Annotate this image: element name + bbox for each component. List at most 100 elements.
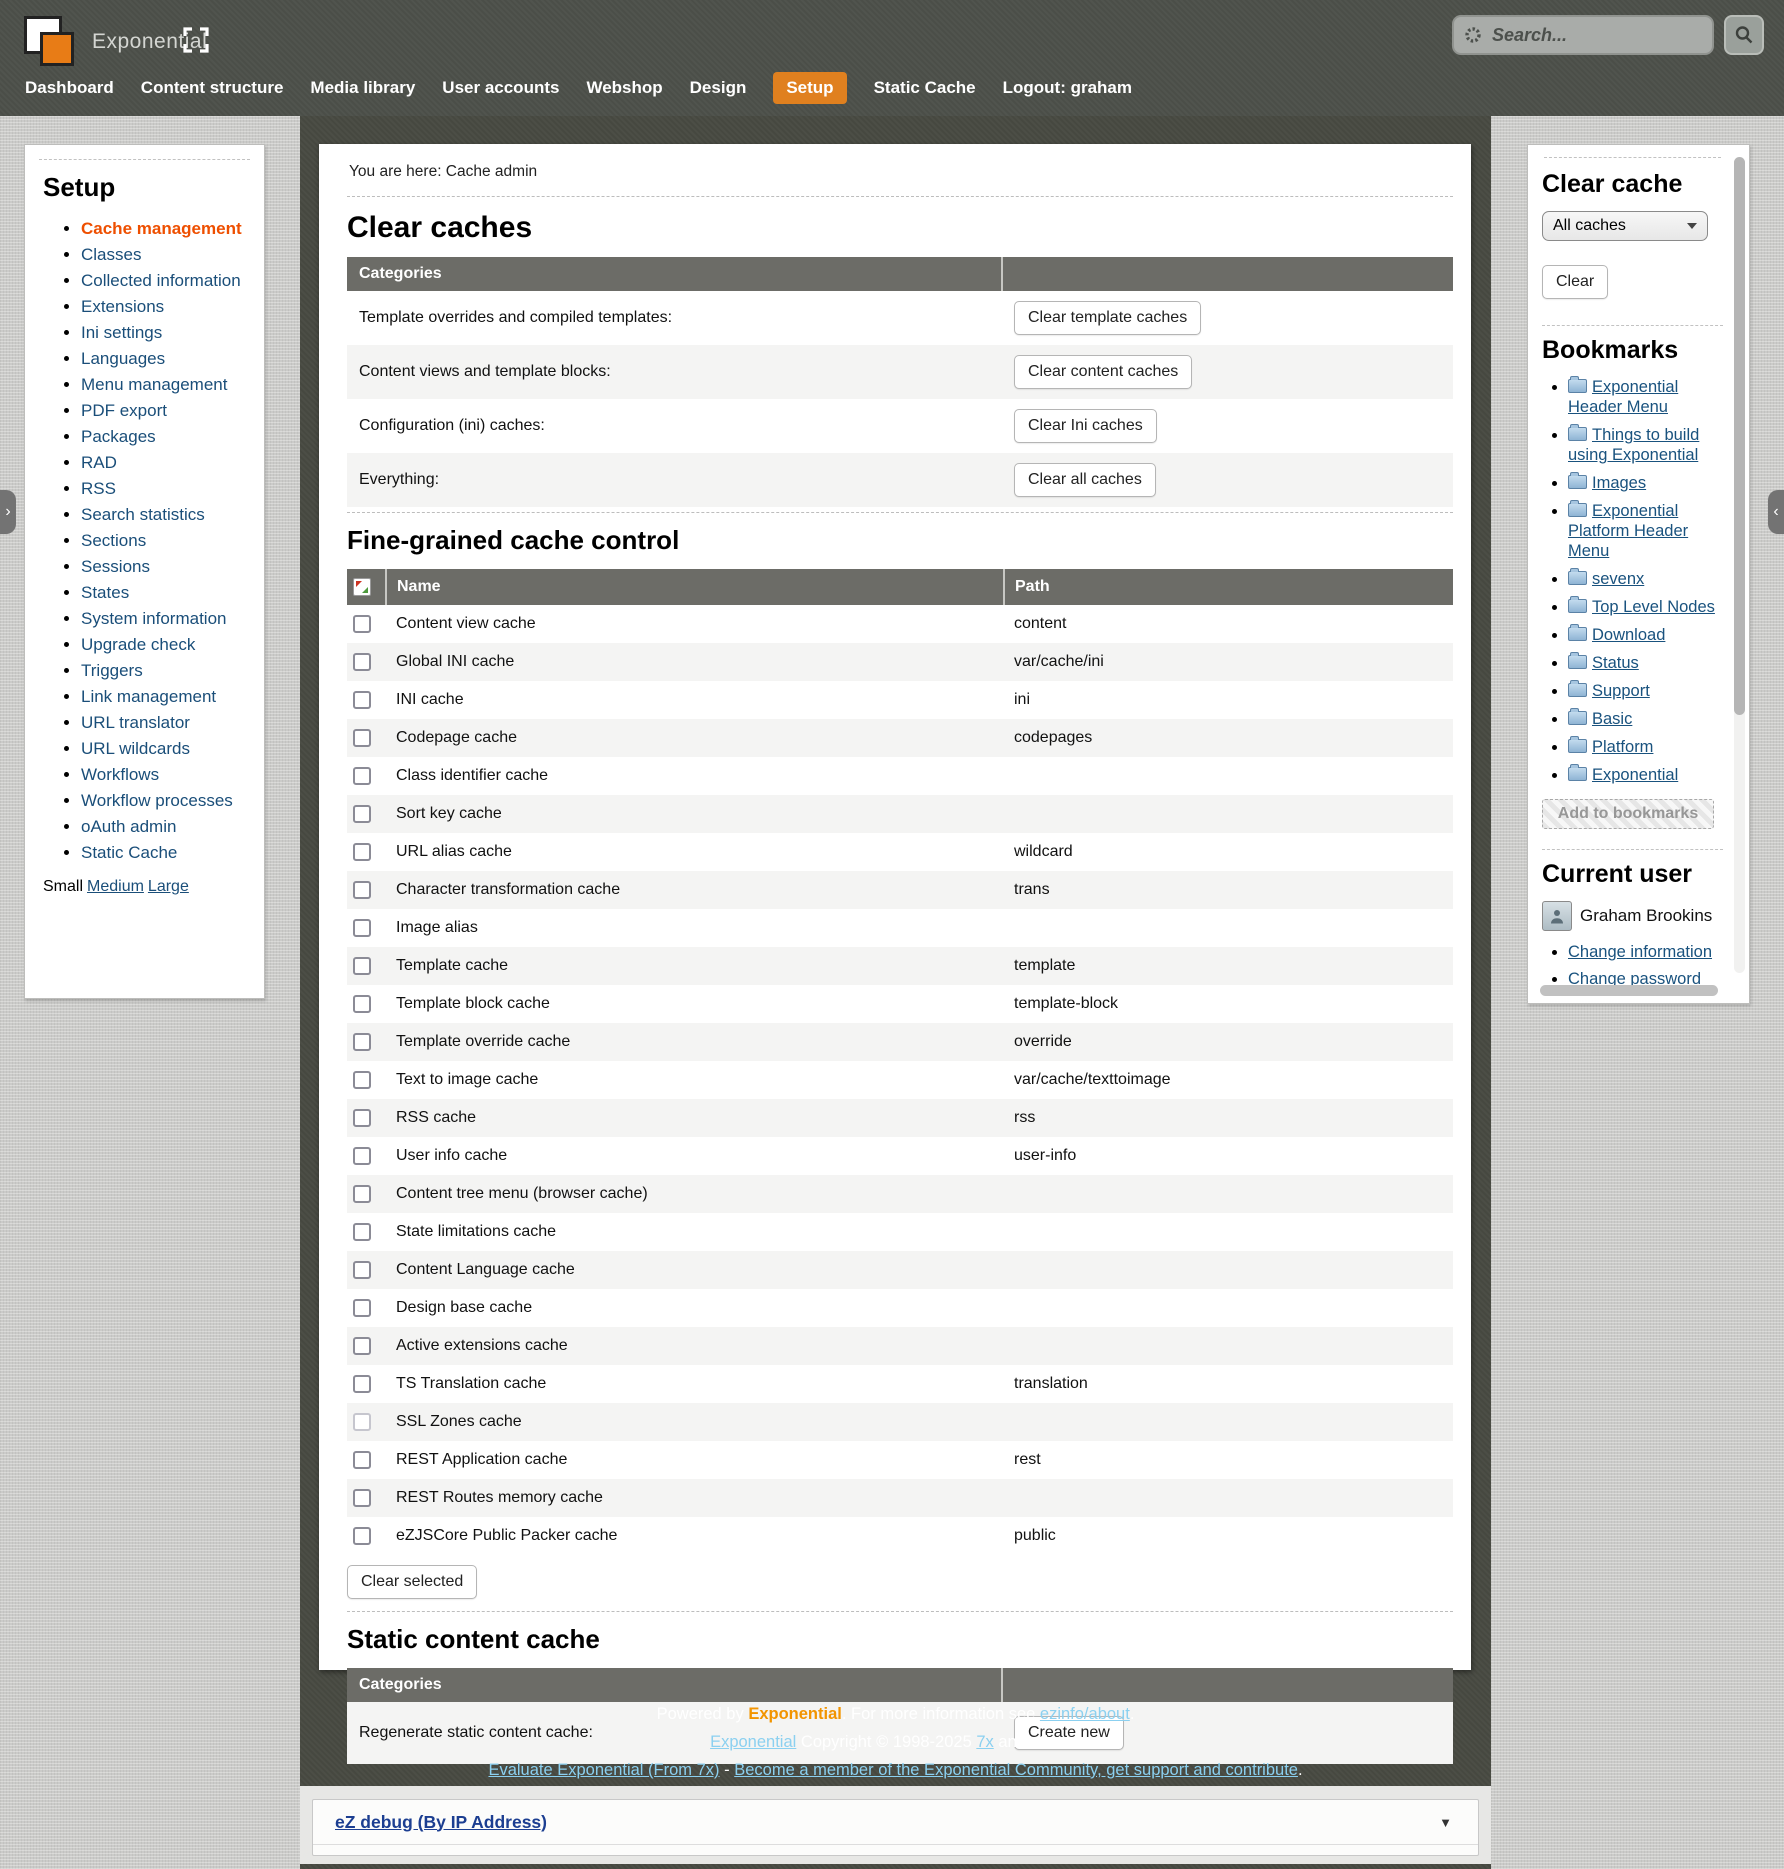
row-checkbox[interactable]: [353, 1527, 371, 1545]
row-checkbox[interactable]: [353, 1489, 371, 1507]
sidebar-item-link[interactable]: Languages: [81, 349, 165, 368]
row-checkbox[interactable]: [353, 1033, 371, 1051]
nav-item[interactable]: Content structure: [141, 72, 284, 104]
nav-item[interactable]: User accounts: [442, 72, 559, 104]
sidebar-item-link[interactable]: RSS: [81, 479, 116, 498]
clear-button[interactable]: Clear: [1542, 265, 1608, 299]
clear-cache-button[interactable]: Clear template caches: [1014, 301, 1201, 335]
sidebar-item-link[interactable]: Search statistics: [81, 505, 205, 524]
row-checkbox[interactable]: [353, 1299, 371, 1317]
nav-item[interactable]: Dashboard: [25, 72, 114, 104]
row-checkbox[interactable]: [353, 843, 371, 861]
horizontal-scrollbar[interactable]: [1540, 985, 1718, 996]
row-checkbox[interactable]: [353, 653, 371, 671]
row-checkbox[interactable]: [353, 1261, 371, 1279]
sidebar-item-link[interactable]: Upgrade check: [81, 635, 195, 654]
row-checkbox[interactable]: [353, 691, 371, 709]
user-link[interactable]: Change information: [1568, 943, 1712, 961]
add-to-bookmarks-button[interactable]: Add to bookmarks: [1542, 799, 1714, 829]
clear-selected-button[interactable]: Clear selected: [347, 1565, 477, 1599]
row-checkbox[interactable]: [353, 1071, 371, 1089]
row-checkbox[interactable]: [353, 1413, 371, 1431]
row-checkbox[interactable]: [353, 995, 371, 1013]
scrollbar-thumb[interactable]: [1734, 157, 1745, 715]
nav-item[interactable]: Setup: [773, 72, 846, 104]
ezinfo-link[interactable]: ezinfo/about: [1040, 1705, 1130, 1723]
table-row: Character transformation cache trans: [347, 871, 1453, 909]
bookmark-link[interactable]: Basic: [1592, 710, 1632, 728]
row-checkbox[interactable]: [353, 767, 371, 785]
bookmark-link[interactable]: Support: [1592, 682, 1650, 700]
nav-item[interactable]: Static Cache: [874, 72, 976, 104]
sidebar-item-link[interactable]: Sections: [81, 531, 146, 550]
bookmark-link[interactable]: Images: [1592, 474, 1646, 492]
sidebar-item-link[interactable]: RAD: [81, 453, 117, 472]
invert-selection-icon[interactable]: [353, 578, 371, 596]
sidebar-item-link[interactable]: Menu management: [81, 375, 227, 394]
sidebar-item-link[interactable]: Link management: [81, 687, 216, 706]
sidebar-item-link[interactable]: Sessions: [81, 557, 150, 576]
row-checkbox[interactable]: [353, 615, 371, 633]
clear-cache-button[interactable]: Clear Ini caches: [1014, 409, 1157, 443]
sidebar-item-link[interactable]: Classes: [81, 245, 141, 264]
row-checkbox[interactable]: [353, 1451, 371, 1469]
search-input[interactable]: [1490, 24, 1702, 47]
exponential-link[interactable]: Exponential: [710, 1733, 796, 1751]
sidebar-item-link[interactable]: URL wildcards: [81, 739, 190, 758]
bookmark-link[interactable]: Exponential: [1592, 766, 1678, 784]
nav-item[interactable]: Webshop: [586, 72, 662, 104]
sidebar-item-link[interactable]: Ini settings: [81, 323, 162, 342]
sidebar-item-link[interactable]: Cache management: [81, 219, 242, 238]
cache-path: rest: [1004, 1441, 1453, 1479]
row-checkbox[interactable]: [353, 805, 371, 823]
row-checkbox[interactable]: [353, 729, 371, 747]
fullscreen-icon[interactable]: [182, 26, 210, 54]
nav-item[interactable]: Media library: [310, 72, 415, 104]
sidebar-item-link[interactable]: States: [81, 583, 129, 602]
search-button[interactable]: [1724, 15, 1764, 55]
sidebar-item-link[interactable]: Extensions: [81, 297, 164, 316]
row-checkbox[interactable]: [353, 1185, 371, 1203]
row-checkbox[interactable]: [353, 1147, 371, 1165]
row-checkbox[interactable]: [353, 1223, 371, 1241]
bookmark-link[interactable]: Things to build using Exponential: [1568, 426, 1699, 464]
community-link[interactable]: Become a member of the Exponential Commu…: [734, 1761, 1298, 1779]
sidebar-item-link[interactable]: Triggers: [81, 661, 143, 680]
sidebar-item-link[interactable]: Static Cache: [81, 843, 177, 862]
cache-target-select[interactable]: All caches: [1542, 211, 1708, 241]
sidebar-item: URL translator: [81, 713, 252, 732]
row-checkbox[interactable]: [353, 1337, 371, 1355]
sevenx-link[interactable]: 7x: [976, 1733, 993, 1751]
clear-cache-button[interactable]: Clear all caches: [1014, 463, 1156, 497]
debug-title-link[interactable]: eZ debug (By IP Address): [335, 1812, 547, 1833]
sidebar-item-link[interactable]: oAuth admin: [81, 817, 176, 836]
right-collapse-tab[interactable]: ‹: [1768, 490, 1784, 534]
sidebar-item-link[interactable]: Collected information: [81, 271, 241, 290]
row-checkbox[interactable]: [353, 919, 371, 937]
bookmark-link[interactable]: Top Level Nodes: [1592, 598, 1715, 616]
app-logo[interactable]: [24, 16, 76, 68]
left-collapse-tab[interactable]: ›: [0, 490, 16, 534]
clear-cache-button[interactable]: Clear content caches: [1014, 355, 1192, 389]
row-checkbox[interactable]: [353, 957, 371, 975]
sidebar-item-link[interactable]: System information: [81, 609, 227, 628]
sidebar-item-link[interactable]: URL translator: [81, 713, 190, 732]
nav-item[interactable]: Logout: graham: [1003, 72, 1132, 104]
vertical-scrollbar[interactable]: [1734, 157, 1745, 973]
nav-item[interactable]: Design: [690, 72, 747, 104]
sidebar-item-link[interactable]: Workflow processes: [81, 791, 233, 810]
bookmark-link[interactable]: Platform: [1592, 738, 1653, 756]
size-link[interactable]: Medium: [87, 878, 144, 895]
row-checkbox[interactable]: [353, 881, 371, 899]
sidebar-item-link[interactable]: Workflows: [81, 765, 159, 784]
row-checkbox[interactable]: [353, 1109, 371, 1127]
bookmark-link[interactable]: sevenx: [1592, 570, 1644, 588]
evaluate-link[interactable]: Evaluate Exponential (From 7x): [488, 1761, 719, 1779]
size-link[interactable]: Large: [148, 878, 189, 895]
row-checkbox[interactable]: [353, 1375, 371, 1393]
bookmark-link[interactable]: Download: [1592, 626, 1665, 644]
bookmark-link[interactable]: Status: [1592, 654, 1639, 672]
sidebar-item-link[interactable]: PDF export: [81, 401, 167, 420]
debug-toggle-icon[interactable]: ▼: [1439, 1815, 1452, 1830]
sidebar-item-link[interactable]: Packages: [81, 427, 156, 446]
